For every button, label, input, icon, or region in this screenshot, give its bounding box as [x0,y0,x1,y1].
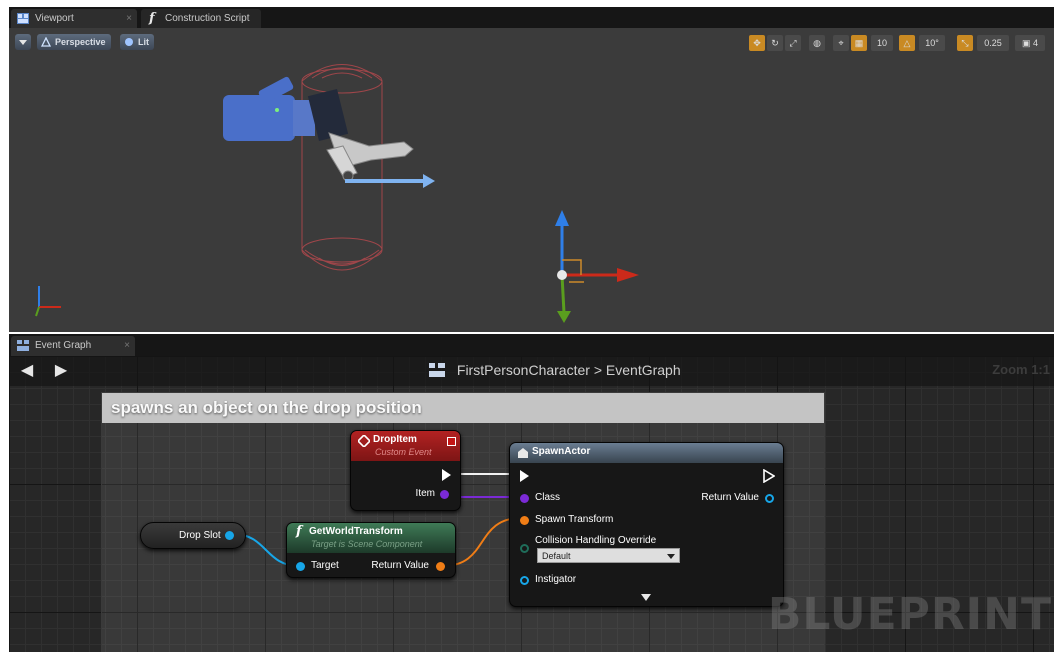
event-diamond-icon [358,435,370,447]
instigator-pin[interactable] [520,576,529,585]
class-pin-label: Class [535,492,561,503]
spawn-transform-pin[interactable] [520,516,529,525]
collision-label: Collision Handling Override [535,535,657,546]
transform-return-label: Return Value [371,560,429,571]
drop-slot-label: Drop Slot [179,530,221,541]
graph-canvas[interactable]: ◀ ▶ FirstPersonCharacter > EventGraph Zo… [9,356,1054,652]
item-pin-label: Item [415,488,435,499]
viewport-icon [17,13,29,24]
spawn-transform-label: Spawn Transform [535,514,614,525]
transform-gizmo[interactable] [555,210,639,323]
spawn-actor-title: SpawnActor [532,446,591,457]
tab-event-graph[interactable]: Event Graph × [11,336,135,356]
drop-item-title: DropItem [373,434,417,445]
scene-canvas [35,64,639,323]
exec-output-pin[interactable] [442,469,451,481]
item-pin[interactable] [440,490,449,499]
transform-return-pin[interactable] [436,562,445,571]
spawn-return-label: Return Value [701,492,759,503]
drop-slot-pin[interactable] [225,531,234,540]
get-world-transform-header: f GetWorldTransform Target is Scene Comp… [287,523,455,553]
axis-indicator [35,286,61,317]
arms-mesh [326,132,414,182]
event-graph-tabbar: Event Graph × [9,334,1054,356]
spawn-actor-node[interactable]: SpawnActor Class Return Value Spawn Tran… [509,442,784,607]
tab-construction-script[interactable]: f Construction Script [141,9,261,28]
tab-viewport[interactable]: Viewport × [11,9,137,28]
viewport-3d[interactable]: Perspective Lit ✥ ↻ ⤢ ◍ ⌖ ▦ 10 △ 10° ⤡ 0… [9,28,1054,332]
collision-dropdown[interactable]: Default [537,548,680,563]
spawn-actor-header: SpawnActor [510,443,783,463]
get-world-transform-title: GetWorldTransform [309,526,403,537]
graph-icon [17,340,29,351]
event-graph-panel: Event Graph × ◀ ▶ FirstPersonCharacter >… [9,334,1054,652]
tab-construction-label: Construction Script [165,13,250,24]
tab-viewport-label: Viewport [35,13,74,24]
function-icon: f [149,11,155,26]
get-world-transform-subtitle: Target is Scene Component [311,539,423,549]
exec-input-pin[interactable] [520,470,529,482]
collision-value: Default [542,551,571,561]
get-world-transform-node[interactable]: f GetWorldTransform Target is Scene Comp… [286,522,456,578]
close-icon[interactable]: × [124,336,130,355]
spawn-icon [518,448,528,458]
expand-arrow-icon[interactable] [641,594,651,602]
blueprint-watermark: BLUEPRINT [767,589,1052,640]
tab-event-graph-label: Event Graph [35,340,92,351]
exec-output-pin[interactable] [763,469,775,483]
chevron-down-icon [667,554,675,559]
forward-arrow [345,174,435,188]
drop-item-header: DropItem Custom Event [351,431,460,461]
drop-item-subtitle: Custom Event [375,447,432,457]
function-icon: f [296,524,302,539]
target-pin-label: Target [311,560,339,571]
collision-pin[interactable] [520,544,529,553]
viewport-panel: Viewport × f Construction Script Perspec… [9,7,1054,332]
viewport-tabbar: Viewport × f Construction Script [9,7,1054,28]
instigator-label: Instigator [535,574,577,585]
camera-mesh [223,76,349,141]
class-pin[interactable] [520,494,529,503]
target-pin[interactable] [296,562,305,571]
delegate-pin-icon[interactable] [447,437,456,446]
close-icon[interactable]: × [126,9,132,28]
drop-item-node[interactable]: DropItem Custom Event Item [350,430,461,511]
drop-slot-node[interactable]: Drop Slot [140,522,246,549]
spawn-return-pin[interactable] [765,494,774,503]
